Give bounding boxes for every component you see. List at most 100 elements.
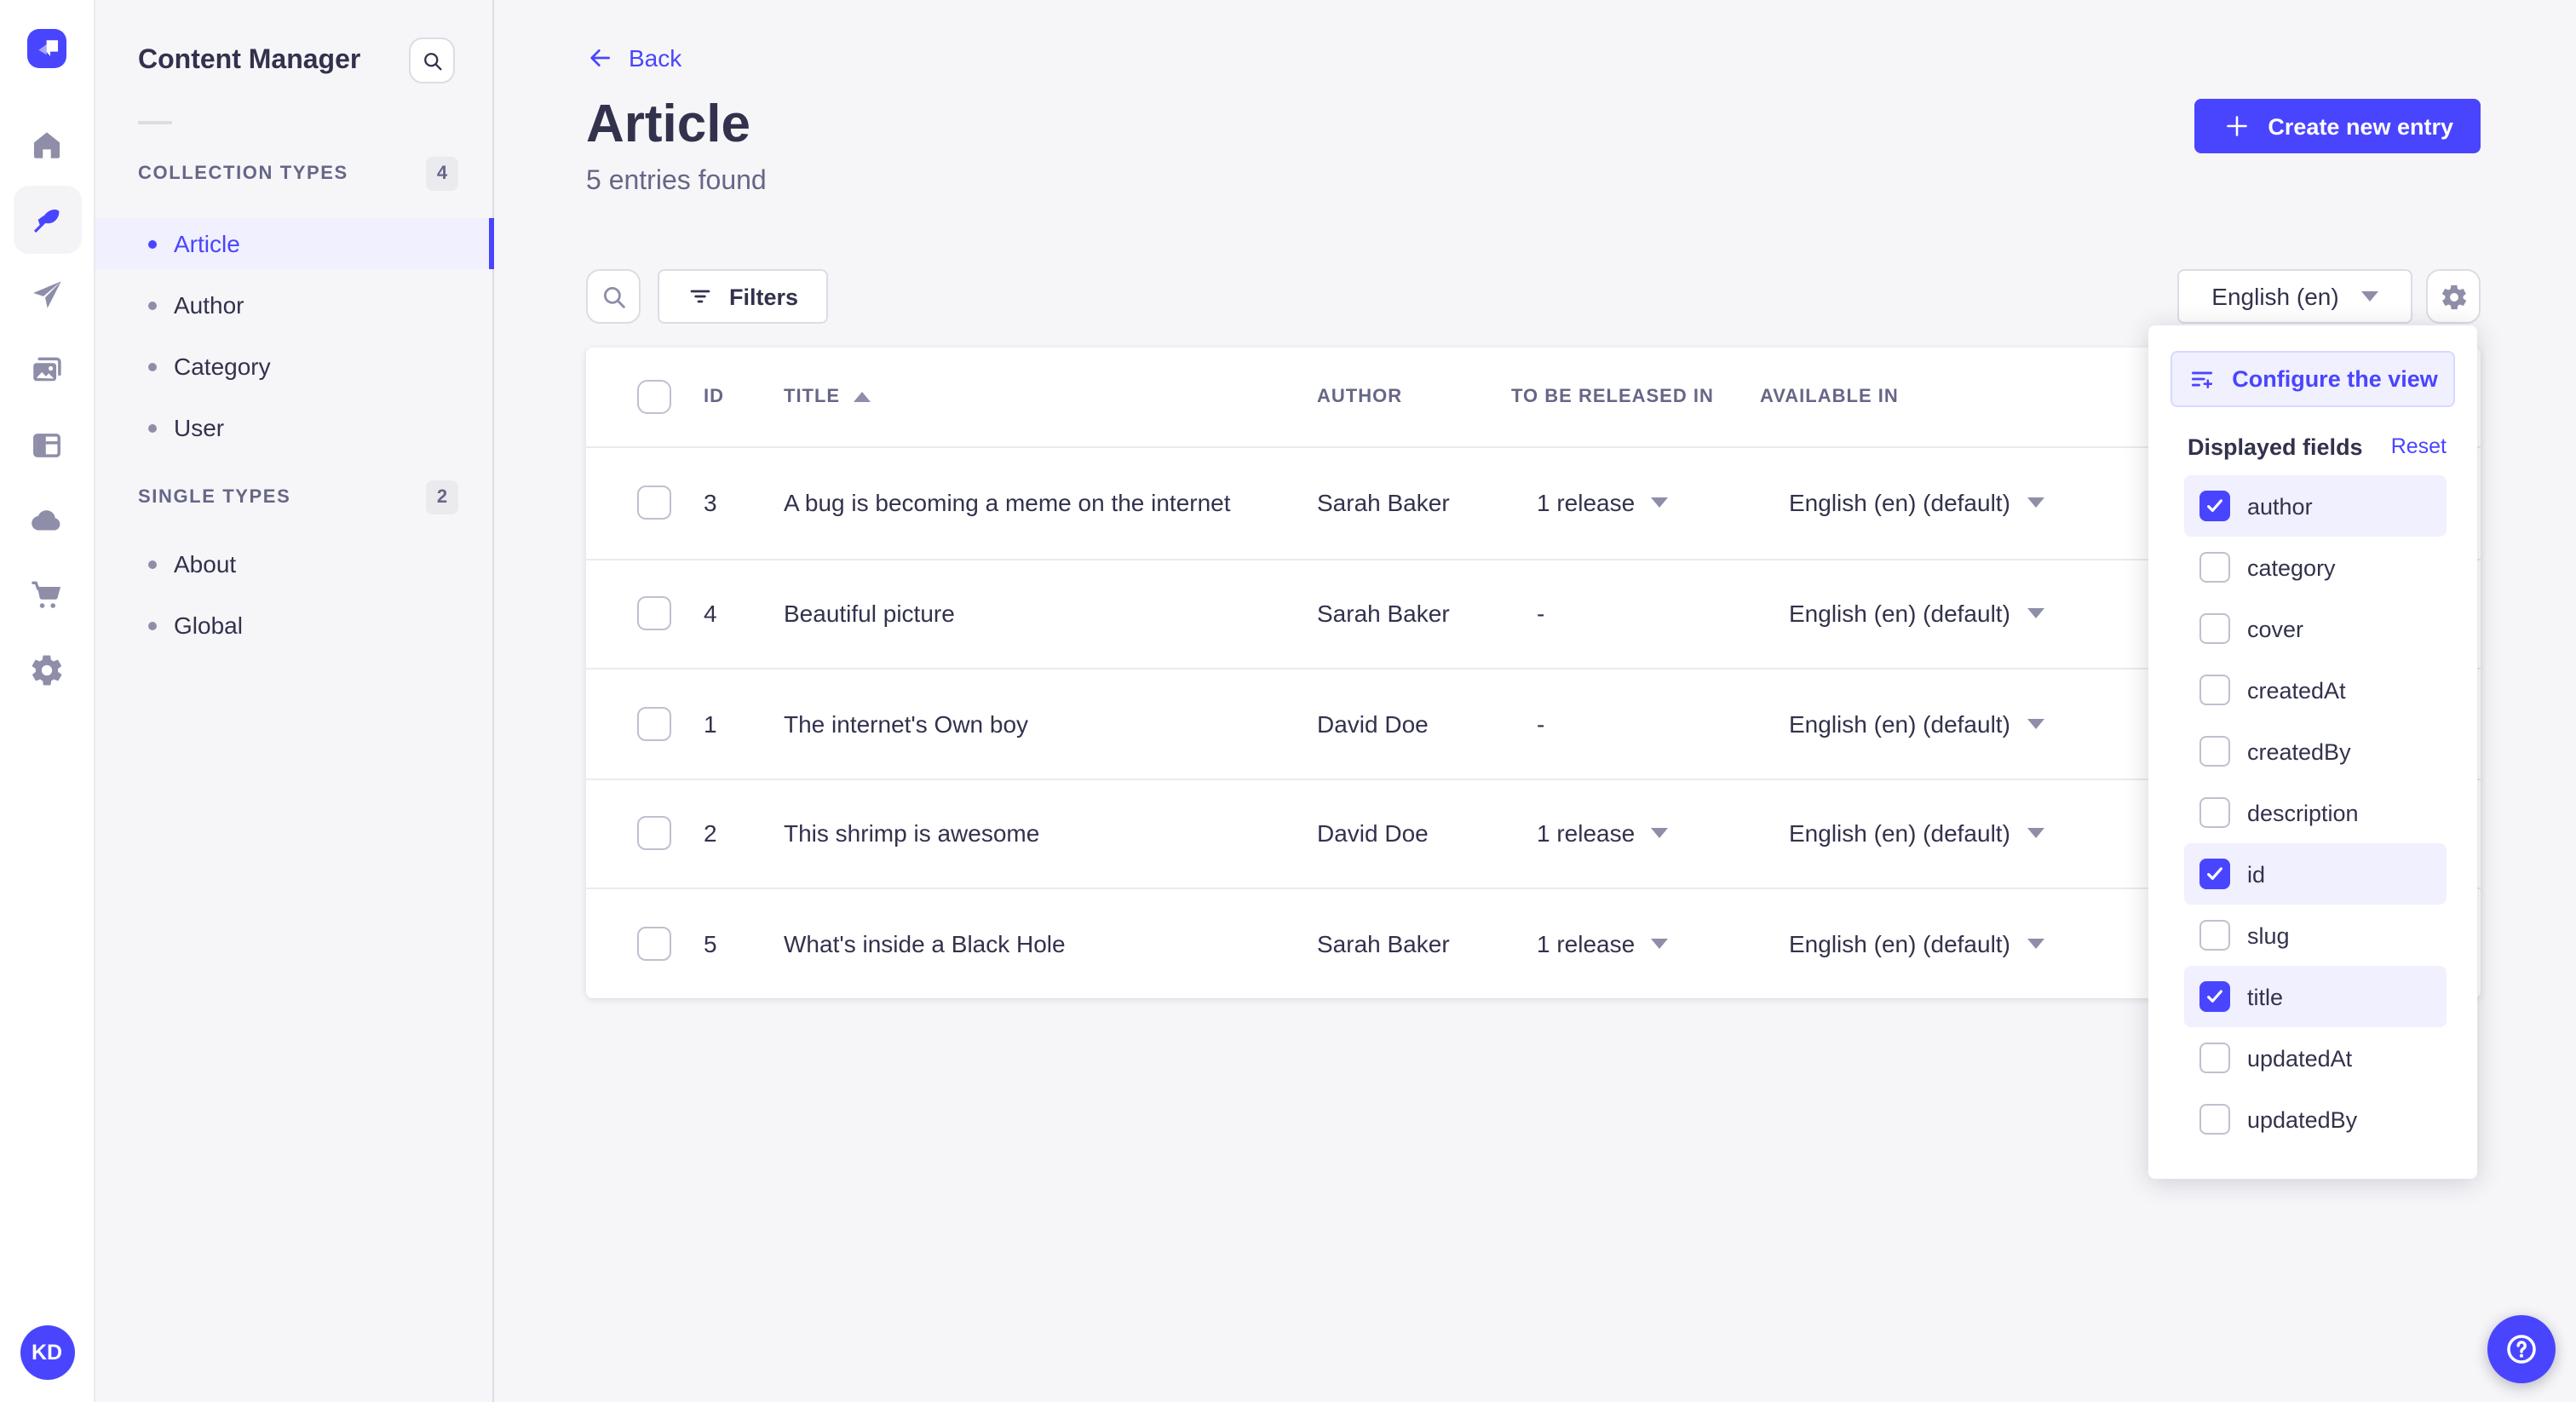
column-header-title[interactable]: TITLE — [784, 387, 871, 407]
create-new-entry-button[interactable]: Create new entry — [2194, 99, 2481, 153]
row-checkbox[interactable] — [637, 596, 671, 631]
cell-released[interactable]: - — [1537, 710, 1544, 738]
field-toggle-category[interactable]: category — [2184, 537, 2447, 598]
configure-list-icon — [2192, 371, 2213, 388]
column-header-id[interactable]: ID — [704, 387, 724, 407]
locale-select[interactable]: English (en) — [2177, 269, 2412, 324]
row-checkbox[interactable] — [637, 706, 671, 741]
single-types-list: About Global — [95, 538, 492, 651]
nav-marketplace[interactable] — [13, 560, 81, 629]
column-header-released[interactable]: TO BE RELEASED IN — [1511, 387, 1714, 407]
chevron-down-icon — [1650, 497, 1668, 509]
row-checkbox[interactable] — [637, 926, 671, 961]
select-all-checkbox[interactable] — [637, 380, 671, 414]
field-toggle-title[interactable]: title — [2184, 966, 2447, 1027]
field-toggle-updatedAt[interactable]: updatedAt — [2184, 1027, 2447, 1089]
sidebar-item-about[interactable]: About — [95, 538, 492, 589]
collection-types-list: Article Author Category User — [95, 218, 494, 453]
field-label: cover — [2247, 616, 2304, 641]
cell-available-locale[interactable]: English (en) (default) — [1789, 600, 2044, 628]
checkbox[interactable] — [2199, 1043, 2230, 1073]
layout-icon — [33, 433, 60, 457]
cell-released[interactable]: - — [1537, 600, 1544, 628]
content-manager-app: KD Content Manager COLLECTION TYPES 4 Ar… — [0, 0, 2576, 1402]
entries-count: 5 entries found — [586, 167, 767, 196]
field-toggle-author[interactable]: author — [2184, 475, 2447, 537]
sidebar-item-author[interactable]: Author — [95, 279, 492, 330]
checkbox[interactable] — [2199, 1104, 2230, 1135]
field-toggle-createdBy[interactable]: createdBy — [2184, 721, 2447, 782]
sidebar-item-global[interactable]: Global — [95, 600, 492, 651]
search-button[interactable] — [586, 269, 641, 324]
sidebar-item-category[interactable]: Category — [95, 341, 492, 392]
bullet-icon — [148, 239, 157, 248]
field-label: updatedAt — [2247, 1045, 2353, 1071]
displayed-fields-title: Displayed fields — [2188, 434, 2363, 459]
cell-id: 5 — [704, 929, 717, 957]
displayed-fields-list: author category cover createdAt createdB… — [2171, 475, 2455, 1150]
row-checkbox[interactable] — [637, 486, 671, 520]
checkbox[interactable] — [2199, 675, 2230, 705]
section-count-badge: 2 — [426, 480, 458, 514]
cell-released[interactable]: 1 release — [1537, 930, 1668, 957]
field-toggle-updatedBy[interactable]: updatedBy — [2184, 1089, 2447, 1150]
nav-home[interactable] — [13, 111, 81, 179]
nav-deploy[interactable] — [13, 486, 81, 554]
bullet-icon — [148, 560, 157, 568]
view-settings-button[interactable] — [2426, 269, 2481, 324]
field-toggle-createdAt[interactable]: createdAt — [2184, 659, 2447, 721]
nav-content-type-builder[interactable] — [13, 411, 81, 479]
filter-icon — [690, 290, 710, 303]
user-avatar[interactable]: KD — [20, 1325, 74, 1380]
checkbox[interactable] — [2199, 859, 2230, 889]
cell-available-locale[interactable]: English (en) (default) — [1789, 710, 2044, 738]
field-toggle-cover[interactable]: cover — [2184, 598, 2447, 659]
chevron-down-icon — [2027, 828, 2044, 839]
gear-icon — [32, 654, 62, 685]
checkbox[interactable] — [2199, 736, 2230, 767]
checkbox[interactable] — [2199, 491, 2230, 521]
cell-title: What's inside a Black Hole — [784, 929, 1066, 957]
nav-releases[interactable] — [13, 261, 81, 329]
column-header-title-label: TITLE — [784, 387, 841, 407]
column-header-available[interactable]: AVAILABLE IN — [1760, 387, 1899, 407]
chevron-down-icon — [2360, 291, 2378, 302]
help-button[interactable] — [2487, 1315, 2556, 1383]
row-checkbox[interactable] — [637, 816, 671, 851]
cell-released[interactable]: 1 release — [1537, 820, 1668, 848]
nav-settings[interactable] — [13, 635, 81, 704]
field-label: slug — [2247, 922, 2290, 948]
checkbox[interactable] — [2199, 552, 2230, 583]
checkbox[interactable] — [2199, 797, 2230, 828]
nav-content-manager[interactable] — [13, 186, 81, 254]
checkbox[interactable] — [2199, 981, 2230, 1012]
paper-plane-icon — [33, 280, 61, 307]
toolbar-right: English (en) — [2177, 269, 2481, 324]
subnav-search-button[interactable] — [409, 37, 455, 83]
reset-link[interactable]: Reset — [2391, 434, 2447, 458]
main-content: Back Article 5 entries found Create new … — [494, 0, 2576, 1402]
cell-available-locale[interactable]: English (en) (default) — [1789, 930, 2044, 957]
back-link[interactable]: Back — [586, 44, 681, 72]
configure-the-view-button[interactable]: Configure the view — [2171, 351, 2455, 407]
cell-available-locale[interactable]: English (en) (default) — [1789, 490, 2044, 517]
checkbox[interactable] — [2199, 613, 2230, 644]
column-header-author[interactable]: AUTHOR — [1317, 387, 1402, 407]
strapi-logo[interactable] — [27, 29, 66, 68]
cell-released[interactable]: 1 release — [1537, 490, 1668, 517]
field-toggle-slug[interactable]: slug — [2184, 905, 2447, 966]
field-label: updatedBy — [2247, 1106, 2358, 1132]
search-icon — [602, 285, 624, 307]
field-toggle-id[interactable]: id — [2184, 843, 2447, 905]
cell-id: 4 — [704, 600, 717, 628]
cell-id: 3 — [704, 489, 717, 517]
section-label: COLLECTION TYPES — [138, 164, 348, 184]
cell-available-locale[interactable]: English (en) (default) — [1789, 820, 2044, 848]
checkbox[interactable] — [2199, 920, 2230, 951]
filters-button[interactable]: Filters — [658, 269, 828, 324]
sidebar-item-label: Global — [174, 612, 243, 639]
sidebar-item-article[interactable]: Article — [95, 218, 494, 269]
nav-media-library[interactable] — [13, 336, 81, 404]
sidebar-item-user[interactable]: User — [95, 402, 492, 453]
field-toggle-description[interactable]: description — [2184, 782, 2447, 843]
